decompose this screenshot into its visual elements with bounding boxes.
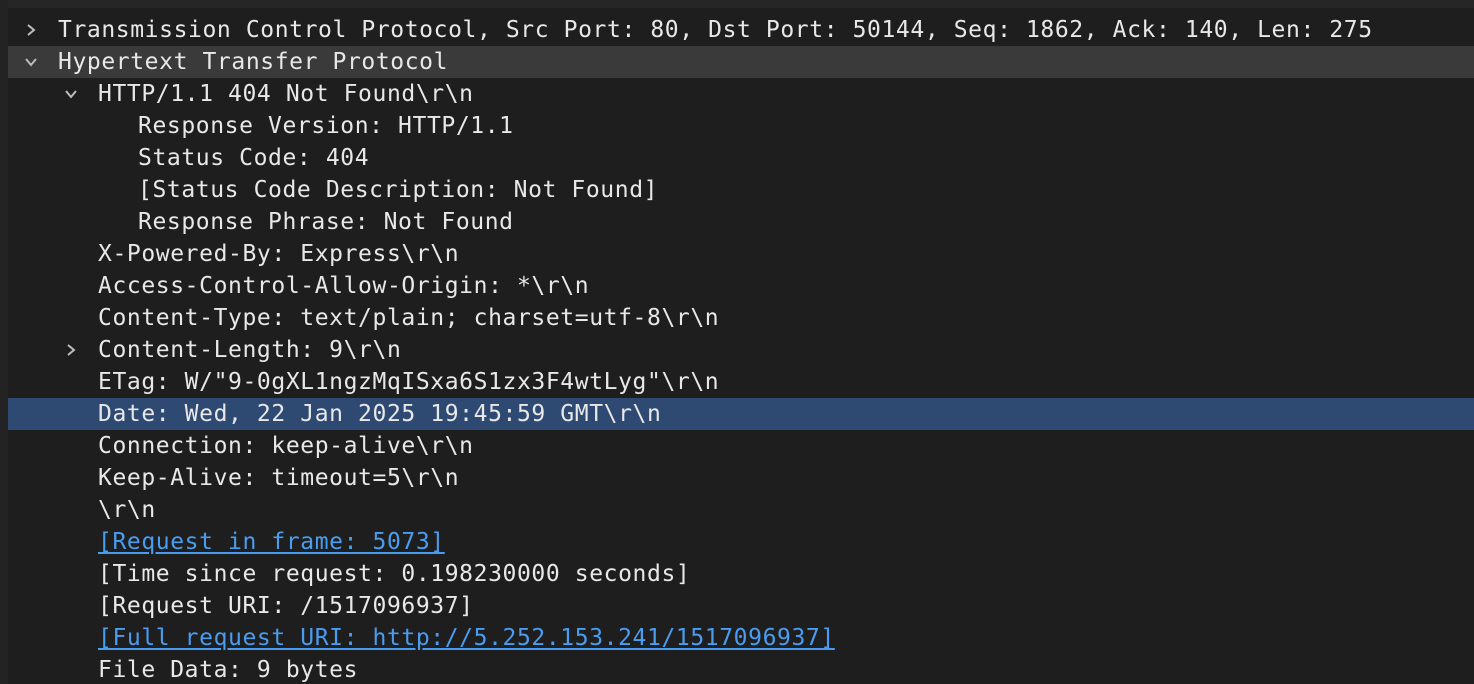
status-line-row[interactable]: HTTP/1.1 404 Not Found\r\n	[8, 78, 1474, 110]
status-code-description-row[interactable]: [Status Code Description: Not Found]	[8, 174, 1474, 206]
full-request-uri-row[interactable]: [Full request URI: http://5.252.153.241/…	[8, 622, 1474, 654]
status-line-label: HTTP/1.1 404 Not Found\r\n	[98, 81, 474, 107]
access-control-row[interactable]: Access-Control-Allow-Origin: *\r\n	[8, 270, 1474, 302]
time-since-request-row[interactable]: [Time since request: 0.198230000 seconds…	[8, 558, 1474, 590]
chevron-down-icon[interactable]	[59, 78, 83, 110]
connection-label: Connection: keep-alive\r\n	[98, 433, 474, 459]
status-code-row[interactable]: Status Code: 404	[8, 142, 1474, 174]
chevron-right-icon[interactable]	[59, 334, 83, 366]
status-code-description-label: [Status Code Description: Not Found]	[138, 177, 659, 203]
content-type-row[interactable]: Content-Type: text/plain; charset=utf-8\…	[8, 302, 1474, 334]
status-code-label: Status Code: 404	[138, 145, 370, 171]
http-layer-row[interactable]: Hypertext Transfer Protocol	[8, 46, 1474, 78]
response-version-row[interactable]: Response Version: HTTP/1.1	[8, 110, 1474, 142]
tcp-layer-label: Transmission Control Protocol, Src Port:…	[58, 17, 1373, 43]
etag-row[interactable]: ETag: W/"9-0gXL1ngzMqISxa6S1zx3F4wtLyg"\…	[8, 366, 1474, 398]
header-end-label: \r\n	[98, 497, 156, 523]
file-data-label: File Data: 9 bytes	[98, 657, 359, 683]
date-row-selected[interactable]: Date: Wed, 22 Jan 2025 19:45:59 GMT\r\n	[8, 398, 1474, 430]
full-request-uri-link[interactable]: [Full request URI: http://5.252.153.241/…	[98, 622, 835, 654]
response-phrase-row[interactable]: Response Phrase: Not Found	[8, 206, 1474, 238]
keep-alive-label: Keep-Alive: timeout=5\r\n	[98, 465, 460, 491]
content-length-row[interactable]: Content-Length: 9\r\n	[8, 334, 1474, 366]
header-end-row[interactable]: \r\n	[8, 494, 1474, 526]
x-powered-by-row[interactable]: X-Powered-By: Express\r\n	[8, 238, 1474, 270]
etag-label: ETag: W/"9-0gXL1ngzMqISxa6S1zx3F4wtLyg"\…	[98, 369, 720, 395]
request-uri-row[interactable]: [Request URI: /1517096937]	[8, 590, 1474, 622]
request-in-frame-link[interactable]: [Request in frame: 5073]	[98, 526, 445, 558]
time-since-request-label: [Time since request: 0.198230000 seconds…	[98, 561, 691, 587]
content-type-label: Content-Type: text/plain; charset=utf-8\…	[98, 305, 720, 331]
file-data-row[interactable]: File Data: 9 bytes	[8, 654, 1474, 684]
chevron-down-icon[interactable]	[19, 46, 43, 78]
http-layer-label: Hypertext Transfer Protocol	[58, 49, 449, 75]
request-uri-label: [Request URI: /1517096937]	[98, 593, 474, 619]
tcp-layer-row[interactable]: Transmission Control Protocol, Src Port:…	[8, 14, 1474, 46]
connection-row[interactable]: Connection: keep-alive\r\n	[8, 430, 1474, 462]
pane-left-border	[0, 0, 8, 684]
access-control-label: Access-Control-Allow-Origin: *\r\n	[98, 273, 590, 299]
keep-alive-row[interactable]: Keep-Alive: timeout=5\r\n	[8, 462, 1474, 494]
x-powered-by-label: X-Powered-By: Express\r\n	[98, 241, 460, 267]
date-label: Date: Wed, 22 Jan 2025 19:45:59 GMT\r\n	[98, 401, 662, 427]
previous-row-sliver	[8, 0, 1474, 8]
response-version-label: Response Version: HTTP/1.1	[138, 113, 514, 139]
request-in-frame-row[interactable]: [Request in frame: 5073]	[8, 526, 1474, 558]
response-phrase-label: Response Phrase: Not Found	[138, 209, 514, 235]
packet-details-tree: Transmission Control Protocol, Src Port:…	[0, 0, 1474, 684]
content-length-label: Content-Length: 9\r\n	[98, 337, 402, 363]
chevron-right-icon[interactable]	[19, 14, 43, 46]
